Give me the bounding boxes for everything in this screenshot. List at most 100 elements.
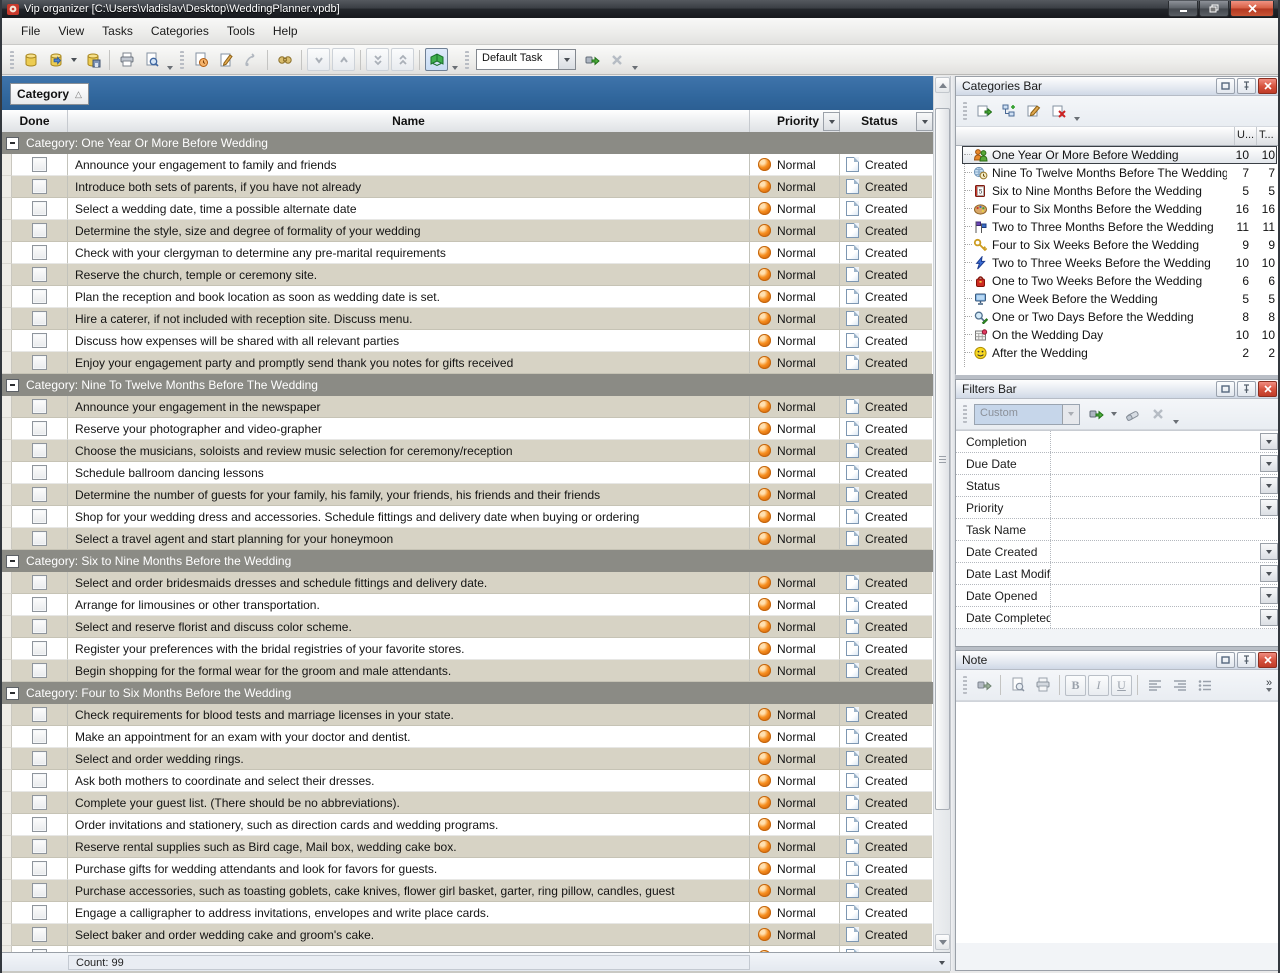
status-cell[interactable]: Created	[840, 506, 932, 528]
delete-task-icon[interactable]	[239, 48, 262, 71]
task-row[interactable]: Arrange for limousines or other transpor…	[2, 594, 933, 616]
done-checkbox[interactable]	[32, 443, 47, 458]
priority-cell[interactable]: Normal	[750, 726, 840, 748]
priority-cell[interactable]: Normal	[750, 264, 840, 286]
status-cell[interactable]: Created	[840, 308, 932, 330]
priority-cell[interactable]: Normal	[750, 154, 840, 176]
category-tree-item[interactable]: Nine To Twelve Months Before The Wedding…	[956, 164, 1279, 182]
task-row[interactable]: Select a wedding date, time a possible a…	[2, 198, 933, 220]
category-group-header[interactable]: Category: Six to Nine Months Before the …	[2, 550, 933, 572]
done-checkbox[interactable]	[32, 861, 47, 876]
done-checkbox[interactable]	[32, 531, 47, 546]
task-row[interactable]: Discuss how expenses will be shared with…	[2, 330, 933, 352]
task-row[interactable]: Schedule ballroom dancing lessonsNormalC…	[2, 462, 933, 484]
status-cell[interactable]: Created	[840, 924, 932, 946]
note-maximize-button[interactable]	[1216, 652, 1235, 668]
note-toolbar-grip[interactable]	[963, 676, 967, 694]
done-checkbox[interactable]	[32, 267, 47, 282]
priority-cell[interactable]: Normal	[750, 616, 840, 638]
filter-dropdown-icon[interactable]	[1260, 543, 1278, 560]
task-name-cell[interactable]: Select and order bridesmaids dresses and…	[68, 572, 750, 594]
done-checkbox[interactable]	[32, 729, 47, 744]
collapse-group-icon[interactable]	[6, 137, 19, 150]
priority-cell[interactable]: Normal	[750, 462, 840, 484]
categories-close-button[interactable]	[1258, 78, 1277, 94]
priority-cell[interactable]: Normal	[750, 176, 840, 198]
scroll-up-button[interactable]	[935, 77, 950, 93]
delete-category-icon[interactable]	[1047, 100, 1070, 123]
done-checkbox[interactable]	[32, 619, 47, 634]
category-tree-item[interactable]: One or Two Days Before the Wedding 8 8	[956, 308, 1279, 326]
status-cell[interactable]: Created	[840, 572, 932, 594]
status-cell[interactable]: Created	[840, 858, 932, 880]
category-tree-item[interactable]: One Year Or More Before Wedding 10 10	[956, 146, 1279, 164]
menu-tasks[interactable]: Tasks	[93, 20, 142, 42]
task-row[interactable]: Reserve your photographer and video-grap…	[2, 418, 933, 440]
filter-dropdown-icon[interactable]	[1260, 455, 1278, 472]
priority-cell[interactable]: Normal	[750, 814, 840, 836]
task-row[interactable]: Announce your engagement to family and f…	[2, 154, 933, 176]
task-name-cell[interactable]: Plan the reception and book location as …	[68, 286, 750, 308]
status-cell[interactable]: Created	[840, 594, 932, 616]
done-checkbox[interactable]	[32, 157, 47, 172]
priority-cell[interactable]: Normal	[750, 858, 840, 880]
done-checkbox[interactable]	[32, 509, 47, 524]
underline-icon[interactable]: U	[1111, 675, 1132, 696]
column-header-name[interactable]: Name	[68, 110, 750, 132]
note-pin-button[interactable]	[1237, 652, 1256, 668]
filter-value-field[interactable]	[1051, 475, 1260, 496]
collapse-group-icon[interactable]	[6, 555, 19, 568]
done-checkbox[interactable]	[32, 597, 47, 612]
filters-maximize-button[interactable]	[1216, 381, 1235, 397]
task-row[interactable]: Plan the reception and book location as …	[2, 286, 933, 308]
remove-filter-icon[interactable]	[1146, 403, 1169, 426]
filter-dropdown-icon[interactable]	[1260, 433, 1278, 450]
task-name-cell[interactable]: Purchase gifts for wedding attendants an…	[68, 858, 750, 880]
task-name-cell[interactable]: Check requirements for blood tests and m…	[68, 704, 750, 726]
priority-cell[interactable]: Normal	[750, 528, 840, 550]
collapse-group-icon[interactable]	[6, 687, 19, 700]
task-name-cell[interactable]: Determine the number of guests for your …	[68, 484, 750, 506]
filter-value-field[interactable]	[1051, 607, 1260, 628]
task-row[interactable]: Choose the musicians, soloists and revie…	[2, 440, 933, 462]
filter-dropdown-icon[interactable]	[1260, 477, 1278, 494]
add-subcategory-icon[interactable]	[997, 100, 1020, 123]
find-icon[interactable]	[273, 48, 296, 71]
task-name-cell[interactable]: Enjoy your engagement party and promptly…	[68, 352, 750, 374]
task-row[interactable]: Ask both mothers to coordinate and selec…	[2, 770, 933, 792]
priority-cell[interactable]: Normal	[750, 506, 840, 528]
filter-dropdown-icon[interactable]	[1260, 565, 1278, 582]
apply-filter-dropdown-icon[interactable]	[1111, 412, 1117, 416]
status-cell[interactable]: Created	[840, 352, 932, 374]
save-database-icon[interactable]	[81, 48, 104, 71]
filter-value-field[interactable]	[1051, 453, 1260, 474]
done-checkbox[interactable]	[32, 333, 47, 348]
category-tree-item[interactable]: On the Wedding Day 10 10	[956, 326, 1279, 344]
move-bottom-icon[interactable]	[366, 48, 389, 71]
show-notes-icon[interactable]	[425, 48, 448, 71]
status-cell[interactable]: Created	[840, 880, 932, 902]
category-group-header[interactable]: Category: Four to Six Months Before the …	[2, 682, 933, 704]
open-database-icon[interactable]	[44, 48, 67, 71]
task-row[interactable]: Introduce both sets of parents, if you h…	[2, 176, 933, 198]
status-cell[interactable]: Created	[840, 616, 932, 638]
done-checkbox[interactable]	[32, 311, 47, 326]
status-cell[interactable]: Created	[840, 792, 932, 814]
filter-dropdown-icon[interactable]	[1260, 499, 1278, 516]
task-name-cell[interactable]: Reserve rental supplies such as Bird cag…	[68, 836, 750, 858]
notes-overflow-icon[interactable]	[452, 66, 458, 70]
done-checkbox[interactable]	[32, 179, 47, 194]
apply-filter-icon[interactable]	[1084, 403, 1107, 426]
task-name-cell[interactable]: Hire a caterer, if not included with rec…	[68, 308, 750, 330]
done-checkbox[interactable]	[32, 773, 47, 788]
align-left-icon[interactable]	[1143, 674, 1166, 697]
priority-cell[interactable]: Normal	[750, 770, 840, 792]
done-checkbox[interactable]	[32, 641, 47, 656]
priority-cell[interactable]: Normal	[750, 638, 840, 660]
priority-cell[interactable]: Normal	[750, 418, 840, 440]
done-checkbox[interactable]	[32, 663, 47, 678]
category-tree-item[interactable]: One Week Before the Wedding 5 5	[956, 290, 1279, 308]
task-row[interactable]: Check with your clergyman to determine a…	[2, 242, 933, 264]
filters-pin-button[interactable]	[1237, 381, 1256, 397]
menu-file[interactable]: File	[12, 20, 49, 42]
